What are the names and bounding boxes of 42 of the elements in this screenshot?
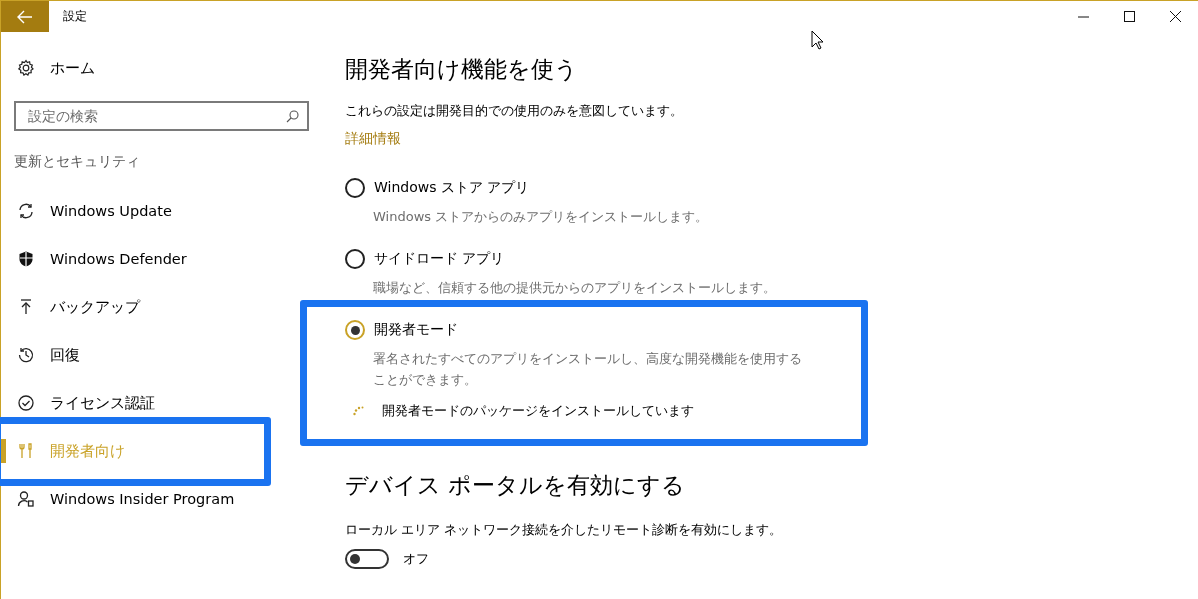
option-description: 署名されたすべてのアプリをインストールし、高度な開発機能を使用することができます。 [373,350,803,389]
section-heading: 更新とセキュリティ [14,153,141,171]
description-text: これらの設定は開発目的での使用のみを意図しています。 [345,102,684,120]
search-icon [286,109,299,123]
back-button[interactable] [1,1,49,32]
spinner-icon [353,406,365,416]
option-description: Windows ストアからのみアプリをインストールします。 [373,208,710,226]
more-info-link[interactable]: 詳細情報 [345,130,401,148]
toggle-switch[interactable] [345,549,389,569]
back-arrow-icon [17,9,33,24]
toggle-label: オフ [403,550,429,568]
nav-item[interactable]: バックアップ [1,283,264,331]
window-title: 設定 [63,8,88,25]
history-icon [17,346,35,364]
option-label: 開発者モード [374,321,458,339]
settings-icon [17,59,35,77]
nav-item[interactable]: 回復 [1,331,264,379]
nav-item[interactable]: Windows Insider Program [1,475,264,523]
check-circle-icon [17,394,35,412]
option-label: サイドロード アプリ [374,250,505,268]
radio-button[interactable] [345,178,365,198]
close-icon [1169,11,1181,22]
nav-item[interactable]: Windows Update [1,187,264,235]
nav-item[interactable]: Windows Defender [1,235,264,283]
refresh-icon [17,202,35,220]
page-heading: 開発者向け機能を使う [345,55,579,84]
shield-icon [17,250,35,268]
home-link[interactable]: ホーム [50,58,95,78]
search-box[interactable]: 設定の検索 [14,101,309,131]
section-heading: デバイス ポータルを有効にする [345,471,687,500]
minimize-icon [1077,15,1089,18]
person-icon [17,490,35,508]
option-label: Windows ストア アプリ [374,179,530,197]
nav-item[interactable]: ライセンス認証 [1,379,264,427]
tools-icon [17,442,35,460]
maximize-icon [1123,11,1135,22]
radio-button[interactable] [345,249,365,269]
option-description: 職場など、信頼する他の提供元からのアプリをインストールします。 [373,279,777,297]
radio-button[interactable] [345,320,365,340]
mouse-cursor-icon [811,30,824,50]
progress-text: 開発者モードのパッケージをインストールしています [382,402,694,420]
description-text: ローカル エリア ネットワーク接続を介したリモート診断を有効にします。 [345,521,784,539]
